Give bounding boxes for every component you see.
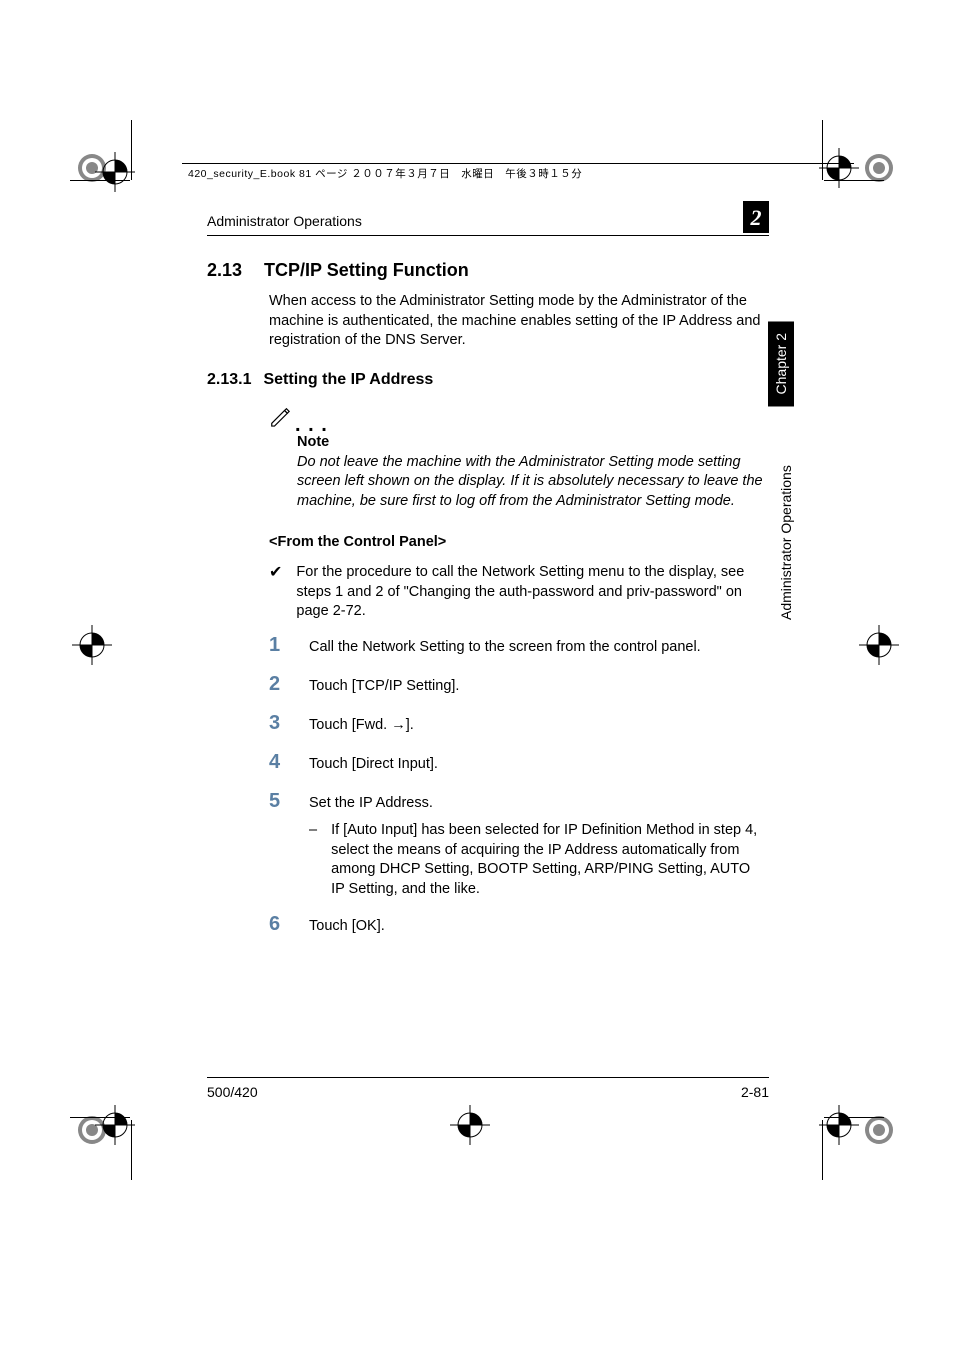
crosshair-icon bbox=[819, 148, 859, 188]
reg-mark-icon bbox=[859, 625, 899, 665]
step-number: 4 bbox=[269, 749, 285, 776]
step-5-sub-text: If [Auto Input] has been selected for IP… bbox=[331, 821, 767, 899]
page: 420_security_E.book 81 ページ ２００７年３月７日 水曜日… bbox=[0, 0, 954, 1350]
subsection-title: Setting the IP Address bbox=[263, 369, 433, 391]
step-number: 6 bbox=[269, 911, 285, 938]
footer-right: 2-81 bbox=[741, 1084, 769, 1100]
step-number: 2 bbox=[269, 671, 285, 698]
subsection-number: 2.13.1 bbox=[207, 369, 251, 391]
crop-line bbox=[824, 1117, 884, 1118]
running-header: Administrator Operations 2 bbox=[207, 213, 769, 236]
side-tab-chapter: Chapter 2 bbox=[768, 321, 794, 406]
crop-line bbox=[822, 1120, 823, 1180]
checkmark-icon: ✔ bbox=[269, 563, 282, 622]
note-block: . . . Note Do not leave the machine with… bbox=[269, 405, 767, 512]
side-tab-section: Administrator Operations bbox=[778, 440, 794, 620]
note-text: Do not leave the machine with the Admini… bbox=[297, 453, 763, 512]
step-4: 4 Touch [Direct Input]. bbox=[269, 749, 767, 776]
step-text: Touch [TCP/IP Setting]. bbox=[309, 677, 767, 697]
step-text: Touch [Direct Input]. bbox=[309, 755, 767, 775]
content-area: 2.13 TCP/IP Setting Function When access… bbox=[207, 258, 767, 950]
file-header-text: 420_security_E.book 81 ページ ２００７年３月７日 水曜日… bbox=[188, 166, 582, 181]
note-dots-icon: . . . bbox=[295, 420, 328, 433]
step-5-main: Set the IP Address. bbox=[309, 795, 433, 811]
step-6: 6 Touch [OK]. bbox=[269, 911, 767, 938]
subsection-heading: 2.13.1 Setting the IP Address bbox=[207, 369, 767, 391]
section-intro: When access to the Administrator Setting… bbox=[269, 292, 767, 351]
reg-mark-icon bbox=[859, 1110, 899, 1150]
crop-line bbox=[131, 1120, 132, 1180]
crosshair-icon bbox=[819, 1105, 859, 1145]
step-1: 1 Call the Network Setting to the screen… bbox=[269, 632, 767, 659]
crosshair-icon bbox=[95, 1105, 135, 1145]
section-title: TCP/IP Setting Function bbox=[264, 258, 469, 282]
dash-icon: – bbox=[309, 821, 317, 899]
crosshair-icon bbox=[450, 1105, 490, 1145]
precondition-text: For the procedure to call the Network Se… bbox=[296, 563, 767, 622]
reg-mark-icon bbox=[859, 148, 899, 188]
section-number: 2.13 bbox=[207, 258, 242, 282]
page-footer: 500/420 2-81 bbox=[207, 1077, 769, 1100]
note-label: Note bbox=[297, 433, 767, 453]
note-icon bbox=[269, 405, 291, 434]
crop-line bbox=[70, 1117, 130, 1118]
footer-left: 500/420 bbox=[207, 1084, 258, 1100]
step-text: Call the Network Setting to the screen f… bbox=[309, 638, 767, 658]
file-header-rule bbox=[182, 163, 854, 164]
step-3: 3 Touch [Fwd. →]. bbox=[269, 710, 767, 737]
step-5: 5 Set the IP Address. – If [Auto Input] … bbox=[269, 788, 767, 900]
step-text: Touch [OK]. bbox=[309, 917, 767, 937]
step-5-sub: – If [Auto Input] has been selected for … bbox=[309, 821, 767, 899]
precondition-row: ✔ For the procedure to call the Network … bbox=[269, 563, 767, 622]
step-number: 1 bbox=[269, 632, 285, 659]
crop-line bbox=[70, 180, 130, 181]
running-header-left: Administrator Operations bbox=[207, 213, 362, 229]
reg-mark-icon bbox=[72, 625, 112, 665]
chapter-badge: 2 bbox=[743, 201, 769, 233]
crop-line bbox=[824, 180, 884, 181]
step-2: 2 Touch [TCP/IP Setting]. bbox=[269, 671, 767, 698]
crosshair-icon bbox=[95, 152, 135, 192]
section-heading: 2.13 TCP/IP Setting Function bbox=[207, 258, 767, 282]
crop-line bbox=[822, 120, 823, 180]
chapter-number: 2 bbox=[743, 201, 769, 233]
crop-line bbox=[131, 120, 132, 180]
step-number: 5 bbox=[269, 788, 285, 815]
step-text: Set the IP Address. – If [Auto Input] ha… bbox=[309, 794, 767, 900]
panel-heading: <From the Control Panel> bbox=[269, 533, 767, 553]
step-text: Touch [Fwd. →]. bbox=[309, 716, 767, 736]
step-number: 3 bbox=[269, 710, 285, 737]
